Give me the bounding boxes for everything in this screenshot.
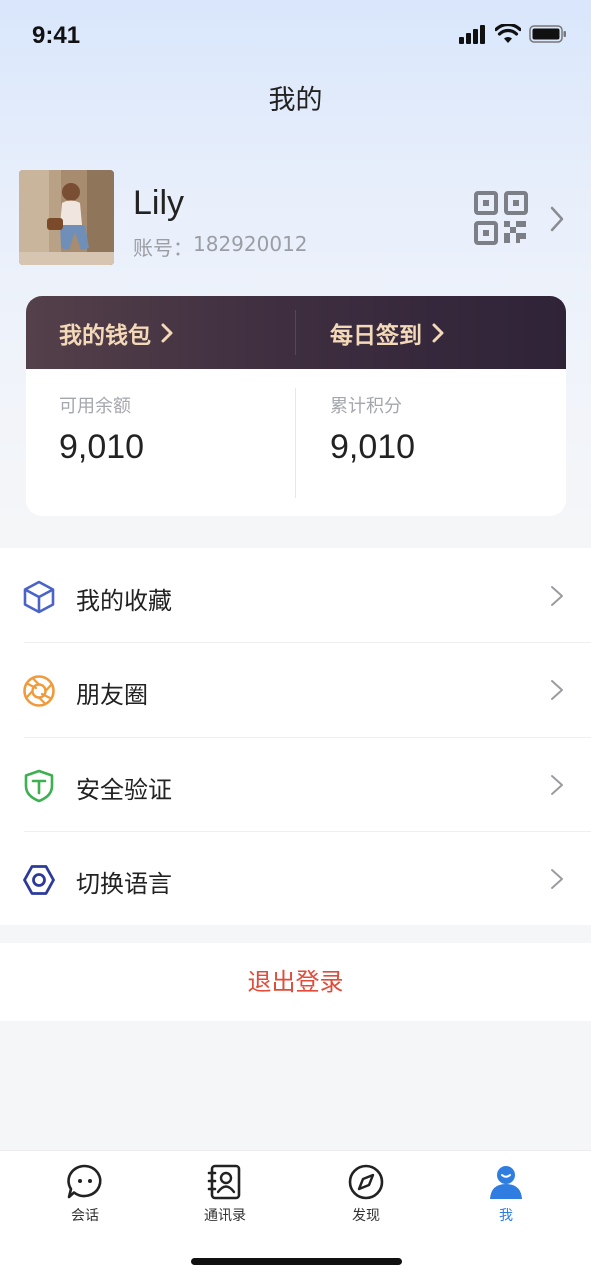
logout-button[interactable]: 退出登录 [0, 943, 591, 1021]
chevron-right-icon [551, 586, 563, 606]
wallet-card: 我的钱包 每日签到 可用余额 9,010 累计积分 9,010 [26, 296, 566, 516]
account-id: 账号： 182920012 [133, 232, 308, 261]
menu-item-label: 安全验证 [76, 776, 172, 804]
tab-label: 通讯录 [204, 1208, 246, 1224]
daily-checkin-label: 每日签到 [330, 323, 422, 349]
signal-icon [459, 25, 485, 44]
tab-label: 发现 [352, 1208, 380, 1224]
menu-item-label: 我的收藏 [76, 587, 172, 615]
wifi-icon [495, 24, 521, 43]
stats-divider [295, 388, 296, 498]
status-time: 9:41 [32, 22, 81, 49]
compass-icon [348, 1164, 384, 1200]
header-divider [295, 310, 296, 355]
battery-icon [529, 25, 566, 43]
wallet-card-header: 我的钱包 每日签到 [26, 296, 566, 369]
home-indicator[interactable] [191, 1258, 402, 1265]
avatar[interactable] [19, 170, 114, 265]
menu-item-moments[interactable]: 朋友圈 [0, 643, 591, 737]
chevron-right-icon [432, 323, 444, 343]
menu-item-label: 切换语言 [76, 870, 172, 898]
menu-item-language[interactable]: 切换语言 [0, 832, 591, 926]
cube-icon [23, 580, 55, 614]
chevron-right-icon [161, 323, 173, 343]
tab-label: 我 [499, 1208, 513, 1224]
aperture-icon [23, 675, 55, 707]
points-value: 9,010 [330, 428, 416, 466]
shield-icon [24, 769, 54, 803]
account-label: 账号： [133, 236, 193, 260]
tab-contacts[interactable]: 通讯录 [175, 1163, 275, 1225]
tab-label: 会话 [71, 1208, 99, 1224]
daily-checkin-link[interactable]: 每日签到 [330, 316, 444, 350]
tab-me[interactable]: 我 [456, 1163, 556, 1225]
chevron-right-icon [551, 680, 563, 700]
points-label: 累计积分 [330, 396, 402, 417]
hexagon-nut-icon [23, 865, 55, 895]
profile-name: Lily [133, 184, 185, 222]
balance-value: 9,010 [59, 428, 145, 466]
balance-label: 可用余额 [59, 396, 131, 417]
my-wallet-link[interactable]: 我的钱包 [59, 316, 173, 350]
chevron-right-icon [551, 869, 563, 889]
tab-chats[interactable]: 会话 [35, 1163, 135, 1225]
avatar-photo [19, 170, 114, 265]
qr-code-icon[interactable] [473, 190, 529, 246]
status-bar: 9:41 [0, 0, 591, 74]
chevron-right-icon [551, 775, 563, 795]
menu-item-security[interactable]: 安全验证 [0, 738, 591, 832]
my-wallet-label: 我的钱包 [59, 323, 151, 349]
account-number: 182920012 [193, 232, 308, 256]
menu-item-favorites[interactable]: 我的收藏 [0, 549, 591, 643]
tab-discover[interactable]: 发现 [316, 1163, 416, 1225]
profile-row[interactable]: Lily 账号： 182920012 [19, 170, 572, 266]
page-title: 我的 [268, 85, 323, 116]
contacts-icon [207, 1164, 241, 1200]
chevron-right-icon[interactable] [549, 206, 565, 232]
person-icon [490, 1166, 522, 1199]
chat-bubble-icon [67, 1164, 102, 1199]
status-icons [459, 24, 567, 44]
settings-menu: 我的收藏 朋友圈 安全验证 切换语言 [0, 548, 591, 925]
menu-item-label: 朋友圈 [76, 681, 148, 709]
